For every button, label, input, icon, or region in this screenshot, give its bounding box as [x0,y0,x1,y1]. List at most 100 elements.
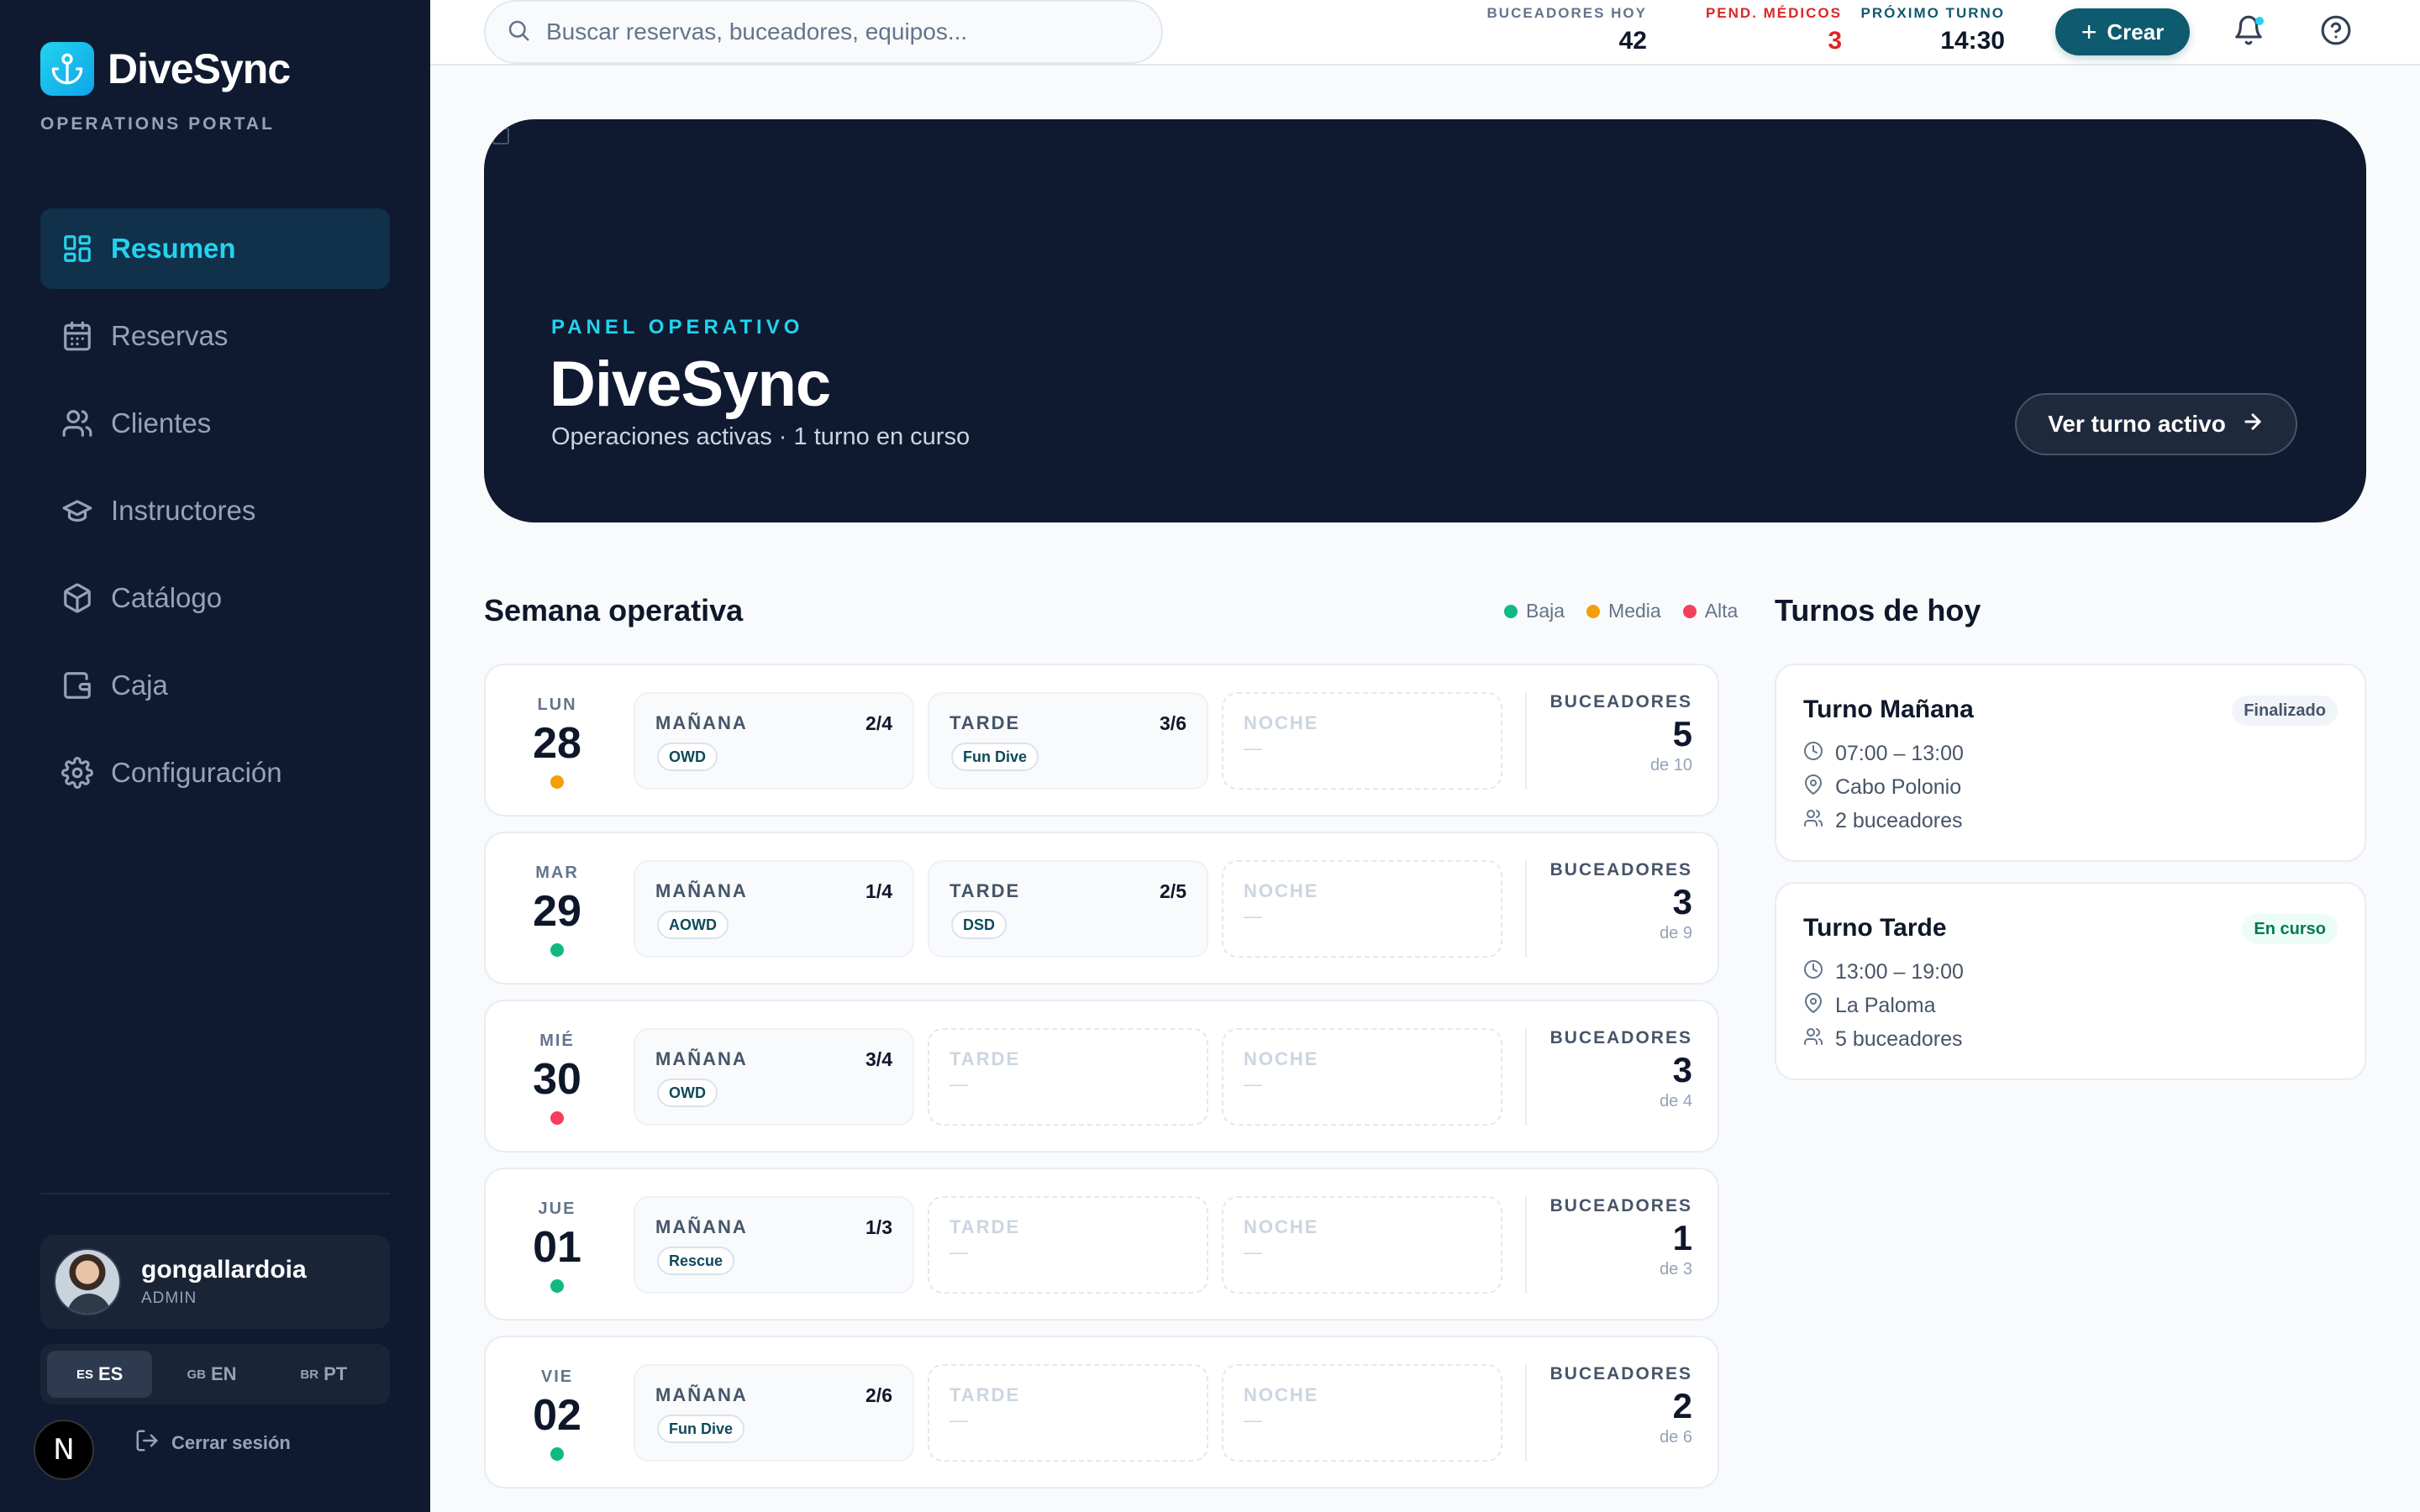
nav-label: Catálogo [111,582,223,613]
hero-kicker: PANEL OPERATIVO [551,316,804,339]
shift-slot[interactable]: TARDE 3/6 Fun Dive [928,692,1208,790]
legend-label: Media [1608,600,1661,622]
shift-slot[interactable]: MAÑANA 1/3 Rescue [634,1196,914,1294]
shift-divers-row: 5 buceadores [1803,1026,1963,1053]
notification-dot [2255,17,2264,25]
shift-divers-row: 2 buceadores [1803,808,1963,834]
view-active-shift-button[interactable]: Ver turno activo [2015,393,2297,455]
shift-slot[interactable]: TARDE — [928,1028,1208,1126]
legend-dot [1504,604,1518,618]
shift-slot[interactable]: MAÑANA 1/4 AOWD [634,860,914,958]
empty-shift-dash: — [950,1410,968,1431]
shift-count: 1/4 [865,880,892,902]
course-tag[interactable]: Fun Dive [951,743,1039,771]
stat-value: 42 [1618,27,1647,55]
search-bar [484,0,1163,64]
shift-slot[interactable]: MAÑANA 3/4 OWD [634,1028,914,1126]
shift-slot[interactable]: MAÑANA 2/6 Fun Dive [634,1364,914,1462]
shift-slot[interactable]: NOCHE — [1222,692,1502,790]
main-nav: Resumen Reservas Clientes Instructores C… [40,208,390,820]
shift-count: 1/3 [865,1216,892,1238]
level-legend: Baja Media Alta [1482,600,1738,622]
occupancy-level-dot [550,1279,564,1293]
brand-name: DiveSync [108,45,291,92]
course-tag[interactable]: Fun Dive [657,1415,745,1443]
occupancy-level-dot [550,775,564,789]
day-card[interactable]: MIÉ 30 MAÑANA 3/4 OWD TARDE — NOCHE — BUCEADORES 3… [484,1000,1719,1152]
nav-item-instructores[interactable]: Instructores [40,470,390,551]
divers-capacity: de 3 [1660,1260,1692,1278]
day-card[interactable]: MAR 29 MAÑANA 1/4 AOWD TARDE 2/5 DSD NOCHE — BUCEA… [484,832,1719,984]
course-tag[interactable]: AOWD [657,911,729,939]
shift-card[interactable]: Turno Mañana Finalizado 07:00 – 13:00 Cabo … [1775,664,2366,862]
course-tag[interactable]: OWD [657,743,718,771]
shift-count: 2/4 [865,712,892,734]
occupancy-level-dot [550,1447,564,1461]
divers-count: 3 [1672,1050,1692,1089]
shift-card[interactable]: Turno Tarde En curso 13:00 – 19:00 La Palom… [1775,882,2366,1080]
hero-banner: PANEL OPERATIVO DiveSync Operaciones act… [484,119,2366,522]
logout-icon [134,1428,160,1457]
notifications-button[interactable] [2228,12,2269,52]
shift-slot[interactable]: NOCHE — [1222,860,1502,958]
shift-name: MAÑANA [655,880,748,901]
shift-title: Turno Mañana [1803,696,1974,723]
topbar: BUCEADORES HOY 42 PEND. MÉDICOS 3 PRÓXIM… [430,0,2420,66]
empty-shift-dash: — [1244,1410,1262,1431]
help-button[interactable] [2316,12,2356,52]
lang-button-es[interactable]: ES ES [47,1351,153,1398]
nav-label: Caja [111,669,168,701]
nav-item-catalogo[interactable]: Catálogo [40,558,390,638]
divers-count: 1 [1672,1218,1692,1257]
brand[interactable]: DiveSync [40,42,291,96]
shift-slot[interactable]: NOCHE — [1222,1196,1502,1294]
user-role: ADMIN [141,1289,197,1307]
day-number: 01 [533,1223,581,1272]
shift-slot[interactable]: TARDE — [928,1364,1208,1462]
day-card[interactable]: LUN 28 MAÑANA 2/4 OWD TARDE 3/6 Fun Dive NOCHE — B… [484,664,1719,816]
logout-button[interactable]: Cerrar sesión [134,1428,291,1457]
day-card[interactable]: VIE 02 MAÑANA 2/6 Fun Dive TARDE — NOCHE — BUCEAD… [484,1336,1719,1488]
shift-name: TARDE [950,712,1021,733]
shift-slot[interactable]: TARDE — [928,1196,1208,1294]
nav-item-clientes[interactable]: Clientes [40,383,390,464]
shift-slot[interactable]: MAÑANA 2/4 OWD [634,692,914,790]
nav-label: Instructores [111,495,256,526]
shift-slot[interactable]: NOCHE — [1222,1364,1502,1462]
user-name: gongallardoia [141,1256,307,1284]
course-tag[interactable]: OWD [657,1079,718,1107]
help-icon [2320,14,2352,50]
nav-item-configuracion[interactable]: Configuración [40,732,390,813]
empty-shift-dash: — [1244,1242,1262,1263]
nav-item-caja[interactable]: Caja [40,645,390,726]
broken-image-icon [492,128,509,144]
empty-shift-dash: — [950,1074,968,1095]
search-icon [506,18,531,47]
clock-icon [1803,959,1823,985]
shift-slot[interactable]: NOCHE — [1222,1028,1502,1126]
stat-value: 3 [1828,27,1842,55]
course-tag[interactable]: DSD [951,911,1007,939]
create-button[interactable]: + Crear [2055,8,2190,55]
sidebar-divider [40,1193,390,1194]
shift-divers: 5 buceadores [1835,1027,1963,1051]
nav-item-resumen[interactable]: Resumen [40,208,390,289]
day-name: MIÉ [539,1032,575,1050]
shift-slot[interactable]: TARDE 2/5 DSD [928,860,1208,958]
user-card[interactable]: gongallardoia ADMIN [40,1235,390,1329]
search-input[interactable] [546,18,1134,45]
divers-count: 5 [1672,714,1692,753]
nav-item-reservas[interactable]: Reservas [40,296,390,376]
lang-button-en[interactable]: GB EN [159,1351,264,1398]
divers-label: BUCEADORES [1549,692,1692,711]
stat-next-shift: PRÓXIMO TURNO 14:30 [1859,5,2005,55]
shift-name: MAÑANA [655,1384,748,1405]
next-dev-badge[interactable]: N [34,1420,94,1480]
shift-name: MAÑANA [655,712,748,733]
day-card[interactable]: JUE 01 MAÑANA 1/3 Rescue TARDE — NOCHE — BUCEADOR… [484,1168,1719,1320]
shift-divers: 2 buceadores [1835,809,1963,832]
shift-name: NOCHE [1244,880,1319,901]
lang-button-pt[interactable]: BR PT [271,1351,376,1398]
course-tag[interactable]: Rescue [657,1247,735,1275]
lang-code: ES [97,1363,124,1384]
